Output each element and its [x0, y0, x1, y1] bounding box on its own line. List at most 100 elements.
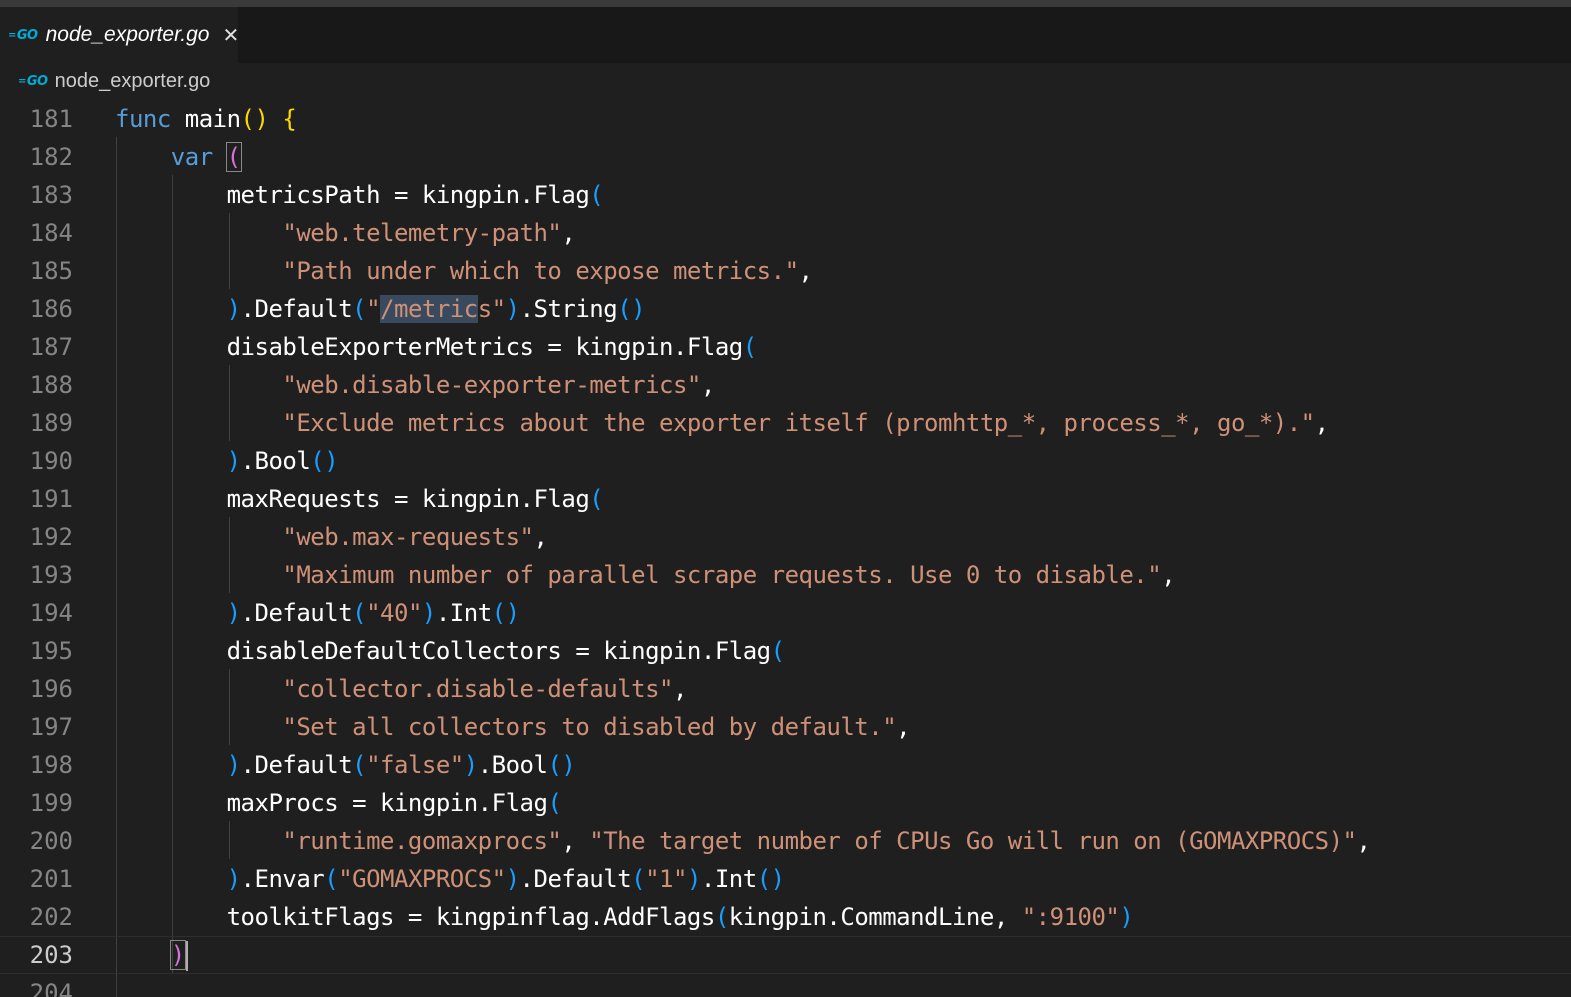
code-token: .Envar	[240, 865, 325, 893]
code-line[interactable]: 198 ).Default("false").Bool()	[0, 746, 1571, 784]
code-token: ()	[617, 295, 646, 323]
code-line[interactable]: 181 func main() {	[0, 100, 1571, 138]
code-line[interactable]: 193 "Maximum number of parallel scrape r…	[0, 556, 1571, 594]
code-token: "false"	[366, 751, 464, 779]
line-number: 199	[29, 789, 73, 817]
code-token: metricsPath = kingpin.Flag	[115, 181, 590, 209]
line-number: 188	[29, 371, 73, 399]
code-line[interactable]: 196 "collector.disable-defaults",	[0, 670, 1571, 708]
code-text: var (	[115, 138, 242, 176]
code-text: maxRequests = kingpin.Flag(	[115, 480, 604, 518]
code-token: "Maximum number of parallel scrape reque…	[282, 561, 1162, 589]
code-token: (	[352, 751, 367, 779]
code-token: "web.disable-exporter-metrics"	[282, 371, 701, 399]
breadcrumb-file[interactable]: node_exporter.go	[55, 70, 211, 93]
code-token: {	[282, 105, 297, 133]
code-token: .Default	[240, 751, 353, 779]
code-editor[interactable]: 181 func main() {182 var (183 metricsPath…	[0, 99, 1571, 997]
code-line[interactable]: 204	[0, 974, 1571, 997]
code-text: "Path under which to expose metrics.",	[115, 252, 813, 290]
line-number: 182	[29, 143, 73, 171]
code-token: )	[421, 599, 436, 627]
code-line[interactable]: 183 metricsPath = kingpin.Flag(	[0, 176, 1571, 214]
code-line[interactable]: 195 disableDefaultCollectors = kingpin.F…	[0, 632, 1571, 670]
code-token: "collector.disable-defaults"	[282, 675, 673, 703]
code-token: var	[170, 143, 213, 171]
code-token: .Default	[519, 865, 632, 893]
code-token: "runtime.gomaxprocs"	[282, 827, 562, 855]
line-number: 184	[29, 219, 73, 247]
code-token: toolkitFlags = kingpinflag.AddFlags	[115, 903, 716, 931]
code-token: )	[686, 865, 701, 893]
code-line[interactable]: 182 var (	[0, 138, 1571, 176]
code-line[interactable]: 200 "runtime.gomaxprocs", "The target nu…	[0, 822, 1571, 860]
code-token: "web.max-requests"	[282, 523, 534, 551]
code-token: ,	[1356, 827, 1371, 855]
code-line[interactable]: 201 ).Envar("GOMAXPROCS").Default("1").I…	[0, 860, 1571, 898]
code-token: ()	[491, 599, 520, 627]
code-line[interactable]: 189 "Exclude metrics about the exporter …	[0, 404, 1571, 442]
line-number: 195	[29, 637, 73, 665]
line-number: 191	[29, 485, 73, 513]
code-line[interactable]: 185 "Path under which to expose metrics.…	[0, 252, 1571, 290]
code-token: /metric	[380, 295, 478, 323]
code-text: "Maximum number of parallel scrape reque…	[115, 556, 1175, 594]
code-token: )	[226, 447, 241, 475]
code-text: "web.disable-exporter-metrics",	[115, 366, 715, 404]
line-number: 196	[29, 675, 73, 703]
code-line[interactable]: 202 toolkitFlags = kingpinflag.AddFlags(…	[0, 898, 1571, 936]
code-text: ).Default("40").Int()	[115, 594, 520, 632]
code-text: disableExporterMetrics = kingpin.Flag(	[115, 328, 758, 366]
code-token: .String	[519, 295, 618, 323]
code-token: .Int	[435, 599, 492, 627]
line-number: 185	[29, 257, 73, 285]
code-token: ,	[672, 675, 687, 703]
code-token: .Default	[240, 599, 353, 627]
code-token: disableExporterMetrics = kingpin.Flag	[115, 333, 744, 361]
code-line[interactable]: 192 "web.max-requests",	[0, 518, 1571, 556]
close-icon[interactable]: ✕	[222, 23, 239, 47]
code-line[interactable]: 190 ).Bool()	[0, 442, 1571, 480]
code-token: (	[352, 599, 367, 627]
line-number: 202	[29, 903, 73, 931]
code-text: ).Envar("GOMAXPROCS").Default("1").Int()	[115, 860, 786, 898]
code-token: .Bool	[477, 751, 548, 779]
code-text: "collector.disable-defaults",	[115, 670, 687, 708]
code-token: .Default	[240, 295, 353, 323]
code-token: "Set all collectors to disabled by defau…	[282, 713, 897, 741]
code-token: maxRequests = kingpin.Flag	[115, 485, 590, 513]
code-token: (	[324, 865, 339, 893]
code-line[interactable]: 197 "Set all collectors to disabled by d…	[0, 708, 1571, 746]
tab-node-exporter[interactable]: = GO node_exporter.go ✕	[0, 7, 239, 63]
code-line[interactable]: 188 "web.disable-exporter-metrics",	[0, 366, 1571, 404]
code-token: )	[226, 865, 241, 893]
code-token: (	[631, 865, 646, 893]
tab-label: node_exporter.go	[45, 23, 210, 46]
code-token: )	[226, 751, 241, 779]
code-line[interactable]: 191 maxRequests = kingpin.Flag(	[0, 480, 1571, 518]
code-line[interactable]: 199 maxProcs = kingpin.Flag(	[0, 784, 1571, 822]
code-text: )	[115, 936, 188, 974]
line-number: 197	[29, 713, 73, 741]
code-line[interactable]: 187 disableExporterMetrics = kingpin.Fla…	[0, 328, 1571, 366]
code-line[interactable]: 184 "web.telemetry-path",	[0, 214, 1571, 252]
line-number: 183	[29, 181, 73, 209]
code-token: ,	[561, 827, 590, 855]
code-token: "	[366, 295, 381, 323]
line-number: 192	[29, 523, 73, 551]
code-line[interactable]: 194 ).Default("40").Int()	[0, 594, 1571, 632]
code-token: (	[714, 903, 729, 931]
code-line[interactable]: 203 )	[0, 936, 1571, 974]
code-line[interactable]: 186 ).Default("/metrics").String()	[0, 290, 1571, 328]
code-token: main	[170, 105, 241, 133]
